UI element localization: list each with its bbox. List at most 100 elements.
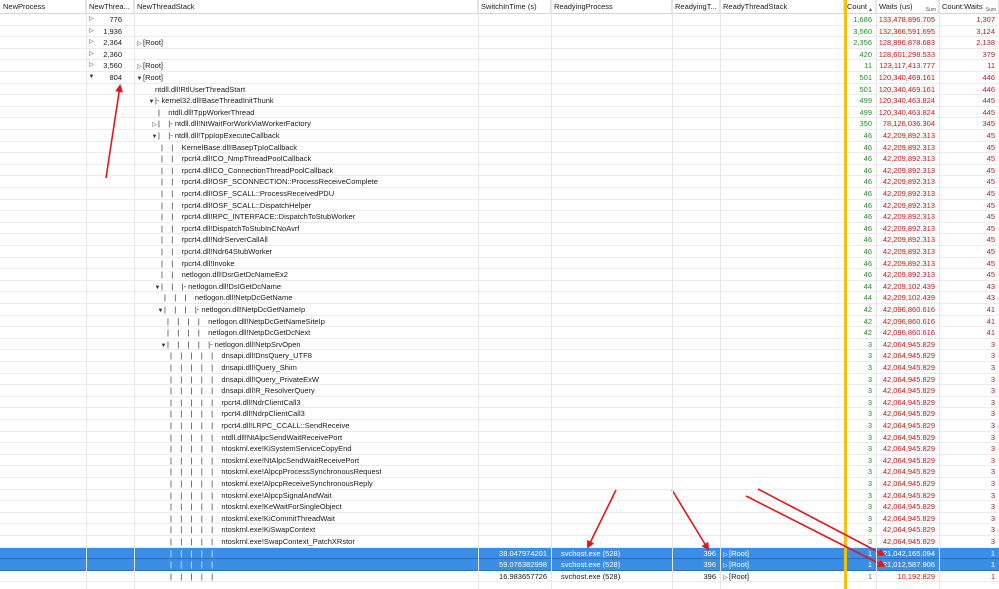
table-row[interactable]: | | | | | ntoskrnl.exe!KeWaitForSingleOb… [0, 501, 999, 513]
expanded-triangle-icon[interactable]: ▼ [136, 74, 143, 83]
table-row[interactable]: | | rpcrt4.dll!DispatchToStubInCNoAvrf 46… [0, 223, 999, 235]
column-header-1[interactable]: NewThrea... [86, 0, 134, 13]
table-row[interactable]: | | | | | 38.047974201 svchost.exe (528) 39… [0, 547, 999, 560]
waits-sum-cell: 120,340,469.161 [878, 84, 935, 94]
thread-id-cell [86, 246, 126, 257]
collapsed-triangle-icon[interactable]: ▷ [722, 561, 729, 570]
table-row[interactable]: | | | | | ntoskrnl.exe!SwapContext_Patch… [0, 536, 999, 548]
table-row[interactable]: ▼| | |- netlogon.dll!DsIGetDcName 44 42,20… [0, 281, 999, 293]
table-row[interactable]: | | rpcrt4.dll!NdrServerCallAll 46 42,209,… [0, 234, 999, 246]
collapsed-triangle-icon[interactable]: ▷ [88, 37, 95, 48]
column-header-9[interactable]: Count:Waits Sum [939, 0, 999, 13]
table-row[interactable]: | | | netlogon.dll!NetpDcGetName 44 42,209… [0, 292, 999, 304]
table-row[interactable]: | | rpcrt4.dll!Invoke 46 42,209,892.313 45 [0, 258, 999, 270]
table-row[interactable]: | | | | | ntoskrnl.exe!KiCommitThreadWai… [0, 513, 999, 525]
collapsed-triangle-icon[interactable]: ▷ [151, 120, 158, 129]
table-row[interactable]: ▼|- kernel32.dll!BaseThreadInitThunk 499 1… [0, 95, 999, 107]
expanded-triangle-icon[interactable]: ▼ [154, 283, 161, 292]
count-waits-cell: 45 [986, 177, 995, 187]
collapsed-triangle-icon[interactable]: ▷ [88, 60, 95, 71]
table-row[interactable]: ▼| |- ntdll.dll!TppIopExecuteCallback 46 4… [0, 130, 999, 142]
column-header-3[interactable]: SwitchInTime (s) [478, 0, 551, 13]
table-row[interactable]: | | | | netlogon.dll!NetpDcGetNameSiteIp… [0, 316, 999, 328]
column-header-8[interactable]: Waits (us) Sum [876, 0, 939, 13]
table-row[interactable]: | | | | | ntoskrnl.exe!NtAlpcSendWaitRec… [0, 455, 999, 467]
thread-id-cell [86, 420, 126, 431]
ready-thread-stack-text: [Root] [729, 548, 750, 558]
table-row[interactable]: | | rpcrt4.dll!OSF_SCALL::DispatchHelper… [0, 200, 999, 212]
table-row[interactable]: | | rpcrt4.dll!CO_ConnectionThreadPoolCa… [0, 165, 999, 177]
column-divider-bar[interactable] [844, 0, 847, 589]
table-row[interactable]: | | rpcrt4.dll!OSF_SCALL::ProcessReceive… [0, 188, 999, 200]
thread-id-cell [86, 84, 126, 95]
count-cell: 3 [867, 490, 872, 500]
table-row[interactable]: | | | | netlogon.dll!NetpDcGetDcNext 42 42… [0, 327, 999, 339]
table-row[interactable]: | | | | | ntoskrnl.exe!KiSystemServiceCo… [0, 443, 999, 455]
column-header-2[interactable]: NewThreadStack [134, 0, 478, 13]
count-waits-cell: 446 [982, 84, 995, 94]
collapsed-triangle-icon[interactable]: ▷ [722, 573, 729, 582]
column-gridline [720, 0, 721, 589]
table-row[interactable]: | | rpcrt4.dll!OSF_SCONNECTION::ProcessR… [0, 176, 999, 188]
table-row[interactable]: | | | | | ntoskrnl.exe!AlpcpReceiveSynch… [0, 478, 999, 490]
readying-thread-cell [672, 72, 720, 83]
table-row[interactable]: | | | | | rpcrt4.dll!LRPC_CCALL::SendRec… [0, 420, 999, 432]
collapsed-triangle-icon[interactable]: ▷ [136, 39, 143, 48]
thread-id-cell [86, 188, 126, 199]
ready-thread-stack-cell: ▷[Root] [722, 548, 844, 559]
collapsed-triangle-icon[interactable]: ▷ [88, 14, 95, 25]
table-row[interactable]: | ntdll.dll!TppWorkerThread 499 120,340,46… [0, 107, 999, 119]
table-row[interactable]: ▼| | | | |- netlogon.dll!NetpSrvOpen 3 42,… [0, 339, 999, 351]
column-header-6[interactable]: ReadyThreadStack [720, 0, 844, 13]
table-row[interactable]: ▷| |- ntdll.dll!NtWaitForWorkViaWorkerFa… [0, 118, 999, 130]
table-row[interactable]: | | | | | dnsapi.dll!Query_PrivateExW 3 42… [0, 374, 999, 386]
collapsed-triangle-icon[interactable]: ▷ [88, 26, 95, 37]
table-row[interactable]: | | netlogon.dll!DsrGetDcNameEx2 46 42,209… [0, 269, 999, 281]
readying-thread-cell [672, 281, 720, 292]
expanded-triangle-icon[interactable]: ▼ [160, 341, 167, 350]
switch-in-time-cell [478, 420, 551, 431]
table-row[interactable]: | | | | | ntoskrnl.exe!KiSwapContext 3 42,… [0, 524, 999, 536]
count-waits-cell: 3 [990, 490, 995, 500]
readying-thread-cell [672, 165, 720, 176]
collapsed-triangle-icon[interactable]: ▷ [722, 550, 729, 559]
table-row[interactable]: 776 ▷ 1,686 133,478,896.705 1,307 [0, 14, 999, 26]
table-row[interactable]: 1,936 ▷ 3,560 132,366,591.695 3,124 [0, 26, 999, 38]
table-row[interactable]: | | KernelBase.dll!BasepTpIoCallback 46 42… [0, 142, 999, 154]
table-row[interactable]: 2,364 ▷ ▷[Root] 2,356 128,896,878.683 2,138 [0, 37, 999, 49]
column-header-0[interactable]: NewProcess [0, 0, 86, 13]
table-row[interactable]: | | | | | rpcrt4.dll!NdrpClientCall3 3 42,… [0, 408, 999, 420]
stack-frame-text: | | rpcrt4.dll!CO_NmpThreadPoolCallback [161, 154, 312, 164]
switch-in-time-cell [478, 513, 551, 524]
table-row[interactable]: | | rpcrt4.dll!RPC_INTERFACE::DispatchTo… [0, 211, 999, 223]
table-row[interactable]: | | | | | ntoskrnl.exe!AlpcpProcessSynch… [0, 466, 999, 478]
column-header-5[interactable]: ReadyingT... [672, 0, 720, 13]
table-row[interactable]: | | | | | dnsapi.dll!Query_Shim 3 42,064,9… [0, 362, 999, 374]
column-header-7[interactable]: Count ▲ [844, 0, 876, 13]
table-row[interactable]: 804 ▼ ▼[Root] 501 120,340,469.161 446 [0, 72, 999, 84]
column-header-4[interactable]: ReadyingProcess [551, 0, 672, 13]
expanded-triangle-icon[interactable]: ▼ [151, 132, 158, 141]
expanded-triangle-icon[interactable]: ▼ [157, 306, 164, 315]
ready-thread-stack-cell [722, 107, 844, 118]
table-row[interactable]: 3,560 ▷ ▷[Root] 11 123,117,413.777 11 [0, 60, 999, 72]
readying-thread-cell [672, 200, 720, 211]
table-row[interactable]: ▼| | | |- netlogon.dll!NetpDcGetNameIp 42… [0, 304, 999, 316]
expanded-triangle-icon[interactable]: ▼ [88, 72, 95, 83]
table-row[interactable]: 2,360 ▷ 420 128,601,298.533 379 [0, 49, 999, 61]
table-row[interactable]: | | | | | 59.076382998 svchost.exe (528) 39… [0, 559, 999, 571]
table-row[interactable]: | | | | | 16.983657726 svchost.exe (528) 39… [0, 571, 999, 583]
table-row[interactable]: | | | | | rpcrt4.dll!NdrClientCall3 3 42,0… [0, 397, 999, 409]
table-row[interactable]: | | | | | ntdll.dll!NtAlpcSendWaitReceiv… [0, 432, 999, 444]
table-row[interactable]: | | | | | dnsapi.dll!DnsQuery_UTF8 3 42,06… [0, 350, 999, 362]
collapsed-triangle-icon[interactable]: ▷ [88, 49, 95, 60]
ready-thread-stack-cell [722, 26, 844, 37]
table-row[interactable]: | | rpcrt4.dll!Ndr64StubWorker 46 42,209,8… [0, 246, 999, 258]
expanded-triangle-icon[interactable]: ▼ [148, 97, 155, 106]
table-row[interactable]: | | rpcrt4.dll!CO_NmpThreadPoolCallback 4… [0, 153, 999, 165]
collapsed-triangle-icon[interactable]: ▷ [136, 62, 143, 71]
table-row[interactable]: ntdll.dll!RtlUserThreadStart 501 120,340,4… [0, 84, 999, 96]
table-row[interactable]: | | | | | dnsapi.dll!R_ResolverQuery 3 42,… [0, 385, 999, 397]
stack-table[interactable]: NewProcess NewThrea... NewThreadStack Switc… [0, 0, 999, 589]
table-row[interactable]: | | | | | ntoskrnl.exe!AlpcpSignalAndWai… [0, 490, 999, 502]
